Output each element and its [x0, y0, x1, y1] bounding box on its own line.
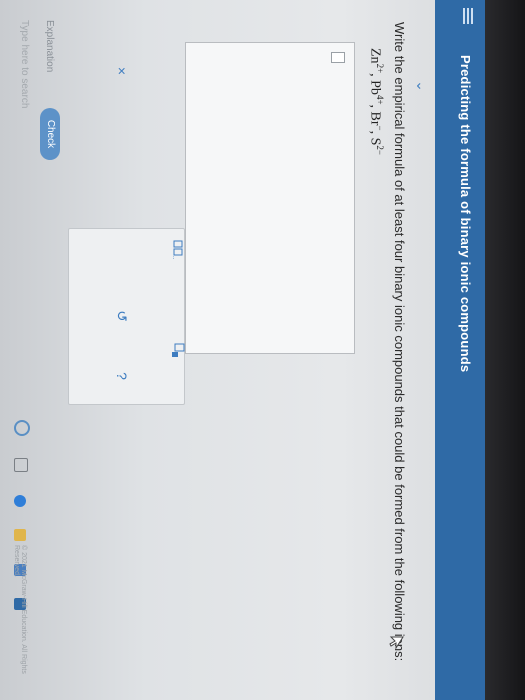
edge-icon[interactable]	[14, 494, 26, 507]
ion-charge: 2−	[375, 145, 385, 155]
copyright-text: © 2021 McGraw-Hill Education. All Rights…	[13, 545, 27, 674]
task-view-icon[interactable]	[14, 458, 28, 473]
laptop-bezel	[485, 0, 525, 700]
question-text: Write the empirical formula of at least …	[392, 22, 407, 662]
svg-text:..: ..	[172, 256, 177, 260]
app-page: Predicting the formula of binary ionic c…	[0, 0, 485, 700]
help-button[interactable]: ?	[114, 365, 130, 387]
ion-charge: −	[375, 125, 385, 131]
file-explorer-icon[interactable]	[14, 529, 26, 542]
page-title: Predicting the formula of binary ionic c…	[458, 55, 473, 373]
answer-input[interactable]	[185, 42, 355, 354]
explanation-button[interactable]: Explanation	[44, 20, 55, 72]
two-box-template-icon[interactable]: ..	[169, 240, 185, 262]
undo-button[interactable]: ↺	[113, 305, 130, 327]
ion-list: Zn2+, Pb4+, Br−, S2−	[367, 48, 385, 155]
input-placeholder-box[interactable]	[331, 52, 345, 63]
title-bar: Predicting the formula of binary ionic c…	[435, 0, 485, 700]
clear-button[interactable]: ×	[114, 60, 130, 82]
ion-symbol: Pb	[367, 80, 383, 95]
subscript-template-icon[interactable]	[168, 340, 185, 362]
ion-charge: 2+	[375, 63, 385, 74]
ion-symbol: Zn	[367, 48, 383, 64]
mouse-cursor-icon	[389, 635, 405, 651]
ion-symbol: Br	[367, 111, 383, 126]
taskbar-search-input[interactable]: Type here to search	[19, 20, 30, 108]
ion-charge: 4+	[375, 94, 385, 105]
chevron-down-icon[interactable]: ⌄	[414, 75, 430, 97]
menu-icon[interactable]	[461, 8, 475, 24]
check-button[interactable]: Check	[40, 108, 60, 160]
cortana-icon[interactable]	[14, 420, 30, 436]
